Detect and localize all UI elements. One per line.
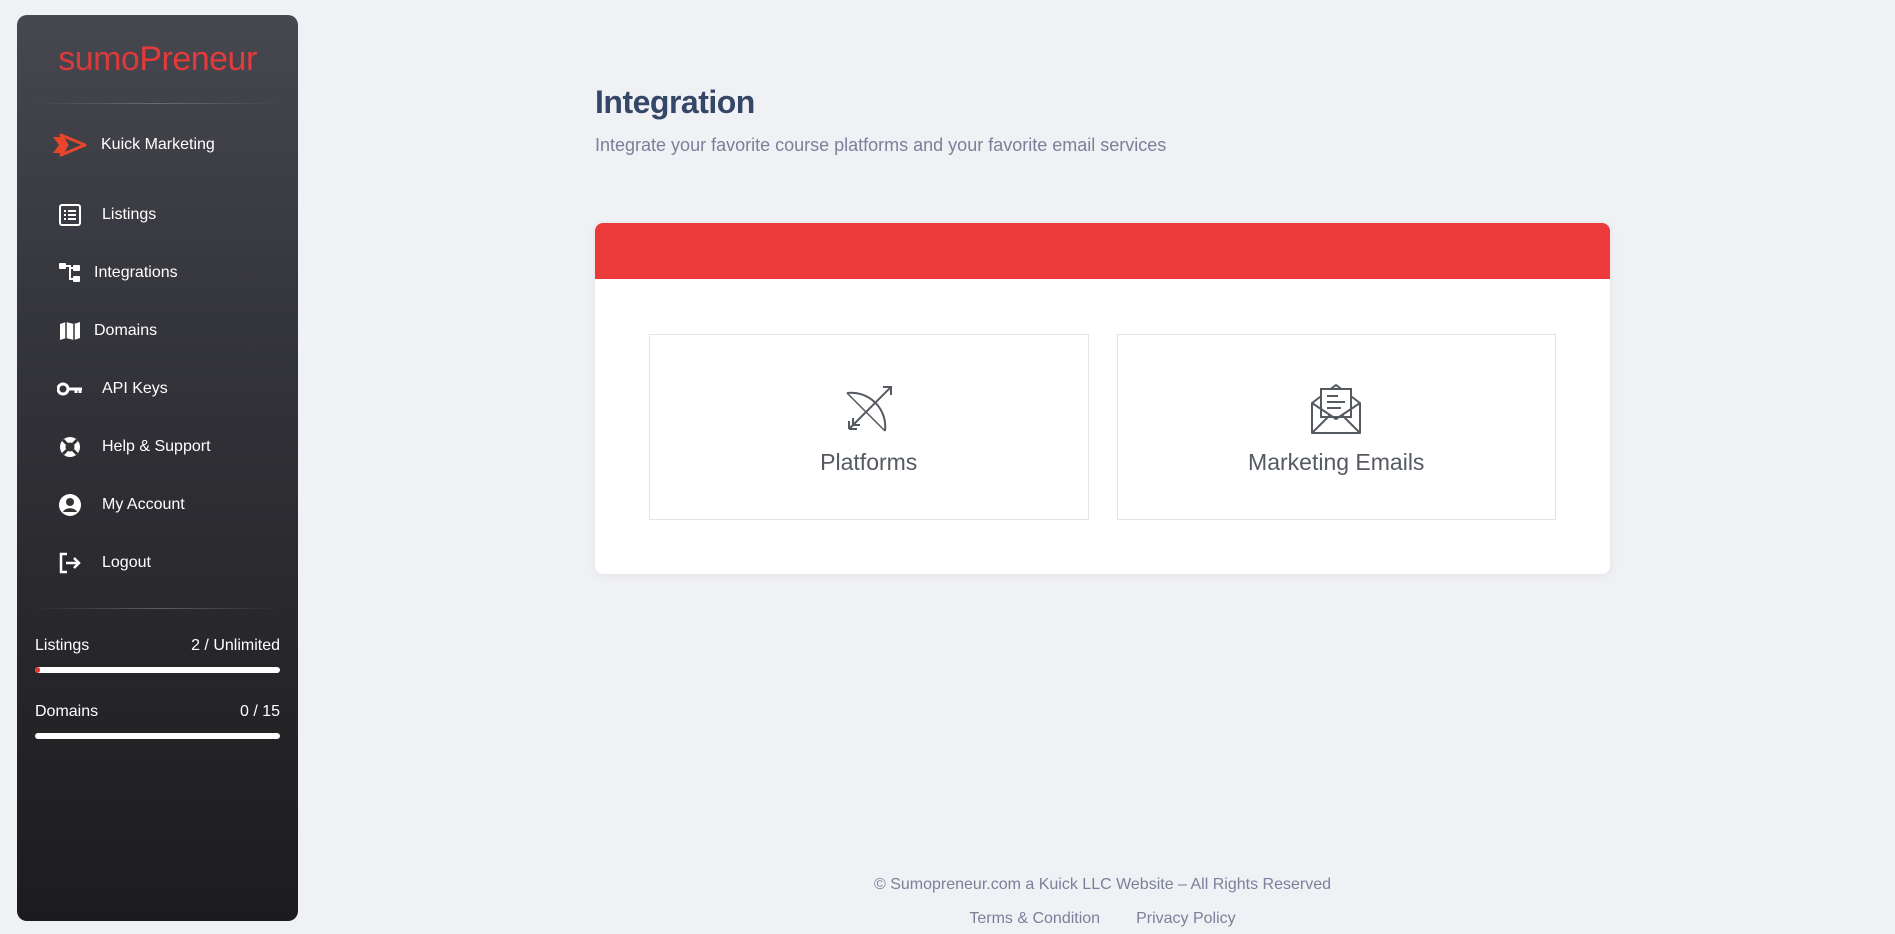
bow-arrow-icon bbox=[841, 381, 897, 437]
sidebar-item-label: My Account bbox=[102, 496, 185, 513]
domains-usage-label: Domains bbox=[35, 703, 99, 720]
map-icon bbox=[56, 317, 84, 345]
logo-part-1: sumo bbox=[58, 39, 140, 78]
sidebar-nav: Listings Integrations Domains API Keys H… bbox=[17, 186, 298, 592]
sidebar-item-label: Domains bbox=[94, 322, 158, 339]
sidebar-item-label: Logout bbox=[102, 554, 151, 571]
sidebar-item-label: Integrations bbox=[94, 264, 178, 281]
listings-usage-value: 2 / Unlimited bbox=[191, 637, 280, 654]
domains-progress-bar bbox=[35, 733, 280, 739]
terms-link[interactable]: Terms & Condition bbox=[969, 910, 1100, 928]
sidebar-item-help-support[interactable]: Help & Support bbox=[17, 418, 298, 476]
listings-usage-label: Listings bbox=[35, 637, 90, 654]
brand-label: Kuick Marketing bbox=[101, 136, 215, 153]
list-icon bbox=[56, 201, 84, 229]
listings-usage: Listings 2 / Unlimited bbox=[17, 637, 298, 673]
sidebar-item-label: API Keys bbox=[102, 380, 168, 397]
footer: © Sumopreneur.com a Kuick LLC Website – … bbox=[595, 876, 1610, 928]
marketing-emails-tile[interactable]: Marketing Emails bbox=[1116, 334, 1556, 520]
domains-usage: Domains 0 / 15 bbox=[17, 703, 298, 739]
card-header-bar bbox=[595, 223, 1610, 279]
sidebar-item-api-keys[interactable]: API Keys bbox=[17, 360, 298, 418]
sidebar: sumo Preneur Kuick Marketing Listings Int… bbox=[17, 15, 298, 921]
sidebar-item-domains[interactable]: Domains bbox=[17, 302, 298, 360]
listings-progress-fill bbox=[35, 667, 40, 673]
privacy-policy-link[interactable]: Privacy Policy bbox=[1136, 910, 1236, 928]
sidebar-item-integrations[interactable]: Integrations bbox=[17, 244, 298, 302]
sidebar-item-listings[interactable]: Listings bbox=[17, 186, 298, 244]
listings-progress-bar bbox=[35, 667, 280, 673]
open-envelope-icon bbox=[1308, 381, 1364, 437]
page-title: Integration bbox=[595, 84, 755, 120]
sumopreneur-logo[interactable]: sumo Preneur bbox=[17, 15, 298, 103]
lifebuoy-icon bbox=[56, 433, 84, 461]
sidebar-item-my-account[interactable]: My Account bbox=[17, 476, 298, 534]
brand-kuick-marketing[interactable]: Kuick Marketing bbox=[17, 104, 298, 186]
logout-icon bbox=[56, 549, 84, 577]
page-subtitle: Integrate your favorite course platforms… bbox=[595, 135, 1167, 155]
sidebar-divider bbox=[33, 608, 282, 609]
integration-card: Platforms Marketing Emails bbox=[595, 223, 1610, 574]
key-icon bbox=[56, 375, 84, 403]
marketing-emails-label: Marketing Emails bbox=[1248, 449, 1425, 475]
copyright-text: © Sumopreneur.com a Kuick LLC Website – … bbox=[873, 876, 1332, 893]
sidebar-item-logout[interactable]: Logout bbox=[17, 534, 298, 592]
kuick-arrow-icon bbox=[51, 133, 91, 157]
platforms-label: Platforms bbox=[820, 449, 918, 475]
sidebar-item-label: Listings bbox=[102, 206, 157, 223]
sidebar-item-label: Help & Support bbox=[102, 438, 211, 455]
sitemap-icon bbox=[56, 259, 84, 287]
platforms-tile[interactable]: Platforms bbox=[649, 334, 1089, 520]
logo-part-2: Preneur bbox=[139, 39, 257, 78]
domains-usage-value: 0 / 15 bbox=[239, 703, 280, 720]
main-content: Integration Integrate your favorite cour… bbox=[595, 0, 1610, 574]
user-circle-icon bbox=[56, 491, 84, 519]
